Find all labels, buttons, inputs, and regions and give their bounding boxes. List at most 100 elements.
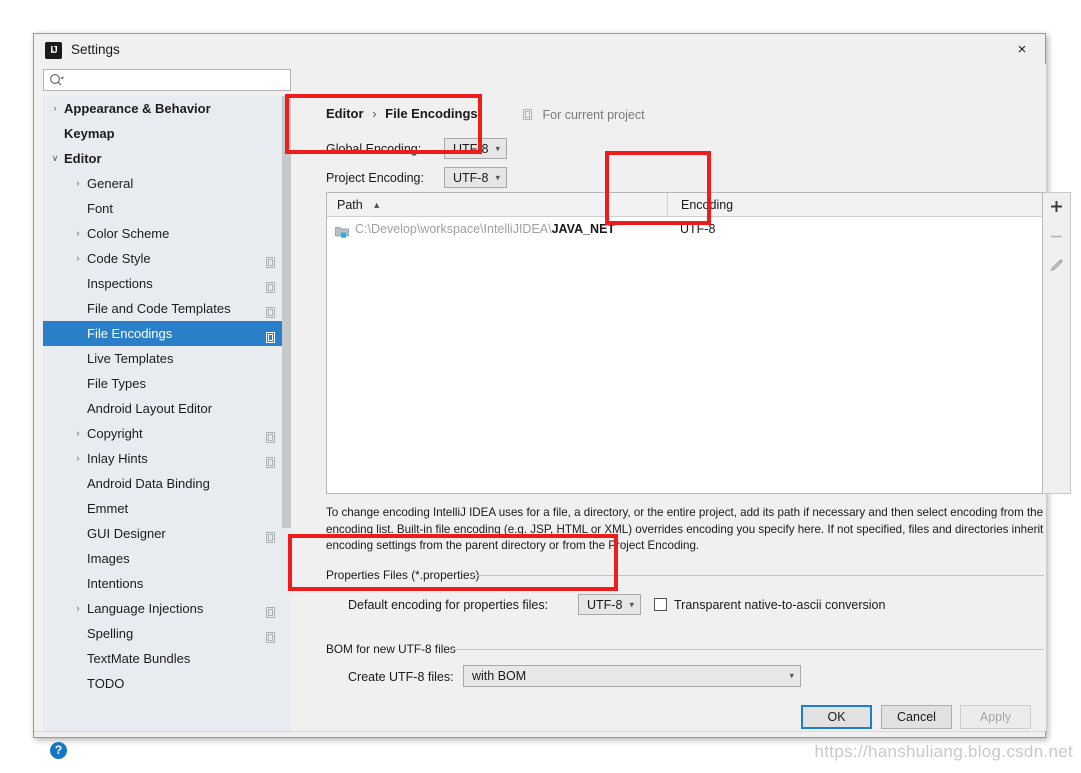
chevron-down-icon: ▾ — [495, 172, 500, 182]
create-utf8-files-combo[interactable]: with BOM ▾ — [463, 665, 801, 687]
project-scope-icon — [266, 277, 277, 293]
title-bar: IJ Settings × — [34, 34, 1045, 67]
sidebar-item-general[interactable]: › General — [43, 171, 291, 196]
chevron-right-icon[interactable]: › — [69, 446, 87, 471]
project-scope-icon — [266, 452, 277, 468]
sidebar-scrollbar-thumb[interactable] — [282, 96, 291, 528]
sidebar-item-emmet[interactable]: Emmet — [43, 496, 291, 521]
sidebar-item-appearance-behavior[interactable]: › Appearance & Behavior — [43, 96, 291, 121]
chevron-down-icon: ▾ — [629, 599, 634, 609]
chevron-right-icon[interactable]: › — [46, 96, 64, 121]
chevron-right-icon[interactable]: › — [69, 421, 87, 446]
window-title: Settings — [71, 42, 120, 57]
sidebar-scrollbar[interactable] — [282, 96, 291, 731]
ok-button[interactable]: OK — [801, 705, 872, 729]
default-properties-encoding-label: Default encoding for properties files: — [348, 598, 549, 612]
settings-tree[interactable]: › Appearance & Behavior Keymap ∨ Editor › Gene… — [43, 96, 291, 696]
search-input[interactable] — [70, 72, 284, 89]
sidebar-item-label: File and Code Templates — [87, 301, 231, 316]
sidebar-item-file-encodings[interactable]: File Encodings — [43, 321, 291, 346]
cancel-button[interactable]: Cancel — [881, 705, 952, 729]
settings-sidebar[interactable]: › Appearance & Behavior Keymap ∨ Editor › Gene… — [43, 96, 291, 731]
sidebar-item-file-types[interactable]: File Types — [43, 371, 291, 396]
project-scope-icon — [523, 109, 534, 121]
column-header-encoding-label: Encoding — [681, 198, 734, 212]
sidebar-item-language-injections[interactable]: › Language Injections — [43, 596, 291, 621]
sidebar-item-live-templates[interactable]: Live Templates — [43, 346, 291, 371]
sidebar-item-keymap[interactable]: Keymap — [43, 121, 291, 146]
transparent-native-to-ascii-checkbox[interactable] — [654, 598, 667, 611]
help-button[interactable]: ? — [50, 742, 67, 759]
sidebar-item-label: Copyright — [87, 426, 143, 441]
project-encoding-value: UTF-8 — [453, 170, 489, 185]
create-utf8-files-value: with BOM — [472, 669, 527, 683]
settings-dialog: IJ Settings × › Appearance & Behavior Keym… — [33, 33, 1071, 759]
table-toolbar — [1043, 192, 1071, 494]
bom-group-title: BOM for new UTF-8 files — [326, 642, 462, 656]
sidebar-item-todo[interactable]: TODO — [43, 671, 291, 696]
sidebar-item-label: File Encodings — [87, 326, 173, 341]
sidebar-item-spelling[interactable]: Spelling — [43, 621, 291, 646]
chevron-down-icon[interactable]: ∨ — [46, 146, 64, 171]
sort-ascending-icon: ▲ — [372, 200, 382, 210]
edit-pencil-icon — [1043, 255, 1069, 283]
sidebar-item-label: Language Injections — [87, 601, 204, 616]
default-properties-encoding-combo[interactable]: UTF-8 ▾ — [578, 594, 641, 615]
sidebar-item-android-data-binding[interactable]: Android Data Binding — [43, 471, 291, 496]
sidebar-item-label: TextMate Bundles — [87, 651, 191, 666]
sidebar-item-gui-designer[interactable]: GUI Designer — [43, 521, 291, 546]
remove-button — [1043, 225, 1069, 253]
chevron-right-icon[interactable]: › — [69, 171, 87, 196]
footer-divider — [34, 731, 1045, 732]
close-icon[interactable]: × — [999, 34, 1045, 65]
breadcrumb-current: File Encodings — [385, 106, 478, 121]
sidebar-item-font[interactable]: Font — [43, 196, 291, 221]
chevron-right-icon[interactable]: › — [69, 246, 87, 271]
sidebar-item-label: General — [87, 176, 134, 191]
table-header: Path ▲ Encoding — [327, 193, 1042, 217]
sidebar-item-android-layout-editor[interactable]: Android Layout Editor — [43, 396, 291, 421]
sidebar-item-label: Live Templates — [87, 351, 174, 366]
table-cell-path-name: JAVA_NET — [551, 222, 616, 236]
sidebar-item-copyright[interactable]: › Copyright — [43, 421, 291, 446]
breadcrumb-parent[interactable]: Editor — [326, 106, 364, 121]
table-row[interactable]: C:\Develop\workspace\IntelliJIDEA\JAVA_N… — [327, 217, 1042, 242]
sidebar-item-textmate-bundles[interactable]: TextMate Bundles — [43, 646, 291, 671]
create-utf8-files-label: Create UTF-8 files: — [348, 670, 454, 684]
sidebar-item-images[interactable]: Images — [43, 546, 291, 571]
encodings-table[interactable]: Path ▲ Encoding C:\Develop\workspace\Int… — [326, 192, 1043, 494]
table-cell-path: C:\Develop\workspace\IntelliJIDEA\JAVA_N… — [355, 217, 615, 242]
sidebar-item-label: Inspections — [87, 276, 153, 291]
project-encoding-combo[interactable]: UTF-8 ▾ — [444, 167, 507, 188]
sidebar-item-label: Code Style — [87, 251, 151, 266]
sidebar-item-label: Intentions — [87, 576, 144, 591]
column-header-path-label: Path — [337, 198, 363, 212]
apply-button: Apply — [960, 705, 1031, 729]
sidebar-item-label: Images — [87, 551, 130, 566]
column-header-encoding[interactable]: Encoding — [667, 193, 733, 217]
sidebar-item-file-and-code-templates[interactable]: File and Code Templates — [43, 296, 291, 321]
search-icon — [49, 73, 65, 88]
add-button[interactable] — [1043, 195, 1069, 223]
chevron-right-icon[interactable]: › — [69, 221, 87, 246]
table-cell-path-prefix: C:\Develop\workspace\IntelliJIDEA\ — [355, 222, 552, 236]
folder-icon — [335, 222, 350, 238]
chevron-right-icon[interactable]: › — [69, 596, 87, 621]
sidebar-item-inspections[interactable]: Inspections — [43, 271, 291, 296]
default-properties-encoding-value: UTF-8 — [587, 597, 623, 612]
sidebar-item-inlay-hints[interactable]: › Inlay Hints — [43, 446, 291, 471]
global-encoding-combo[interactable]: UTF-8 ▾ — [444, 138, 507, 159]
sidebar-item-code-style[interactable]: › Code Style — [43, 246, 291, 271]
properties-group-title: Properties Files (*.properties) — [326, 568, 486, 582]
sidebar-item-label: Inlay Hints — [87, 451, 148, 466]
search-box[interactable] — [43, 69, 291, 91]
column-header-path[interactable]: Path ▲ — [337, 193, 381, 217]
sidebar-item-label: Android Data Binding — [87, 476, 210, 491]
project-scope-icon — [266, 327, 277, 343]
sidebar-item-label: File Types — [87, 376, 147, 391]
sidebar-item-color-scheme[interactable]: › Color Scheme — [43, 221, 291, 246]
sidebar-item-editor[interactable]: ∨ Editor — [43, 146, 291, 171]
sidebar-item-label: Keymap — [64, 126, 115, 141]
global-encoding-value: UTF-8 — [453, 141, 489, 156]
sidebar-item-intentions[interactable]: Intentions — [43, 571, 291, 596]
